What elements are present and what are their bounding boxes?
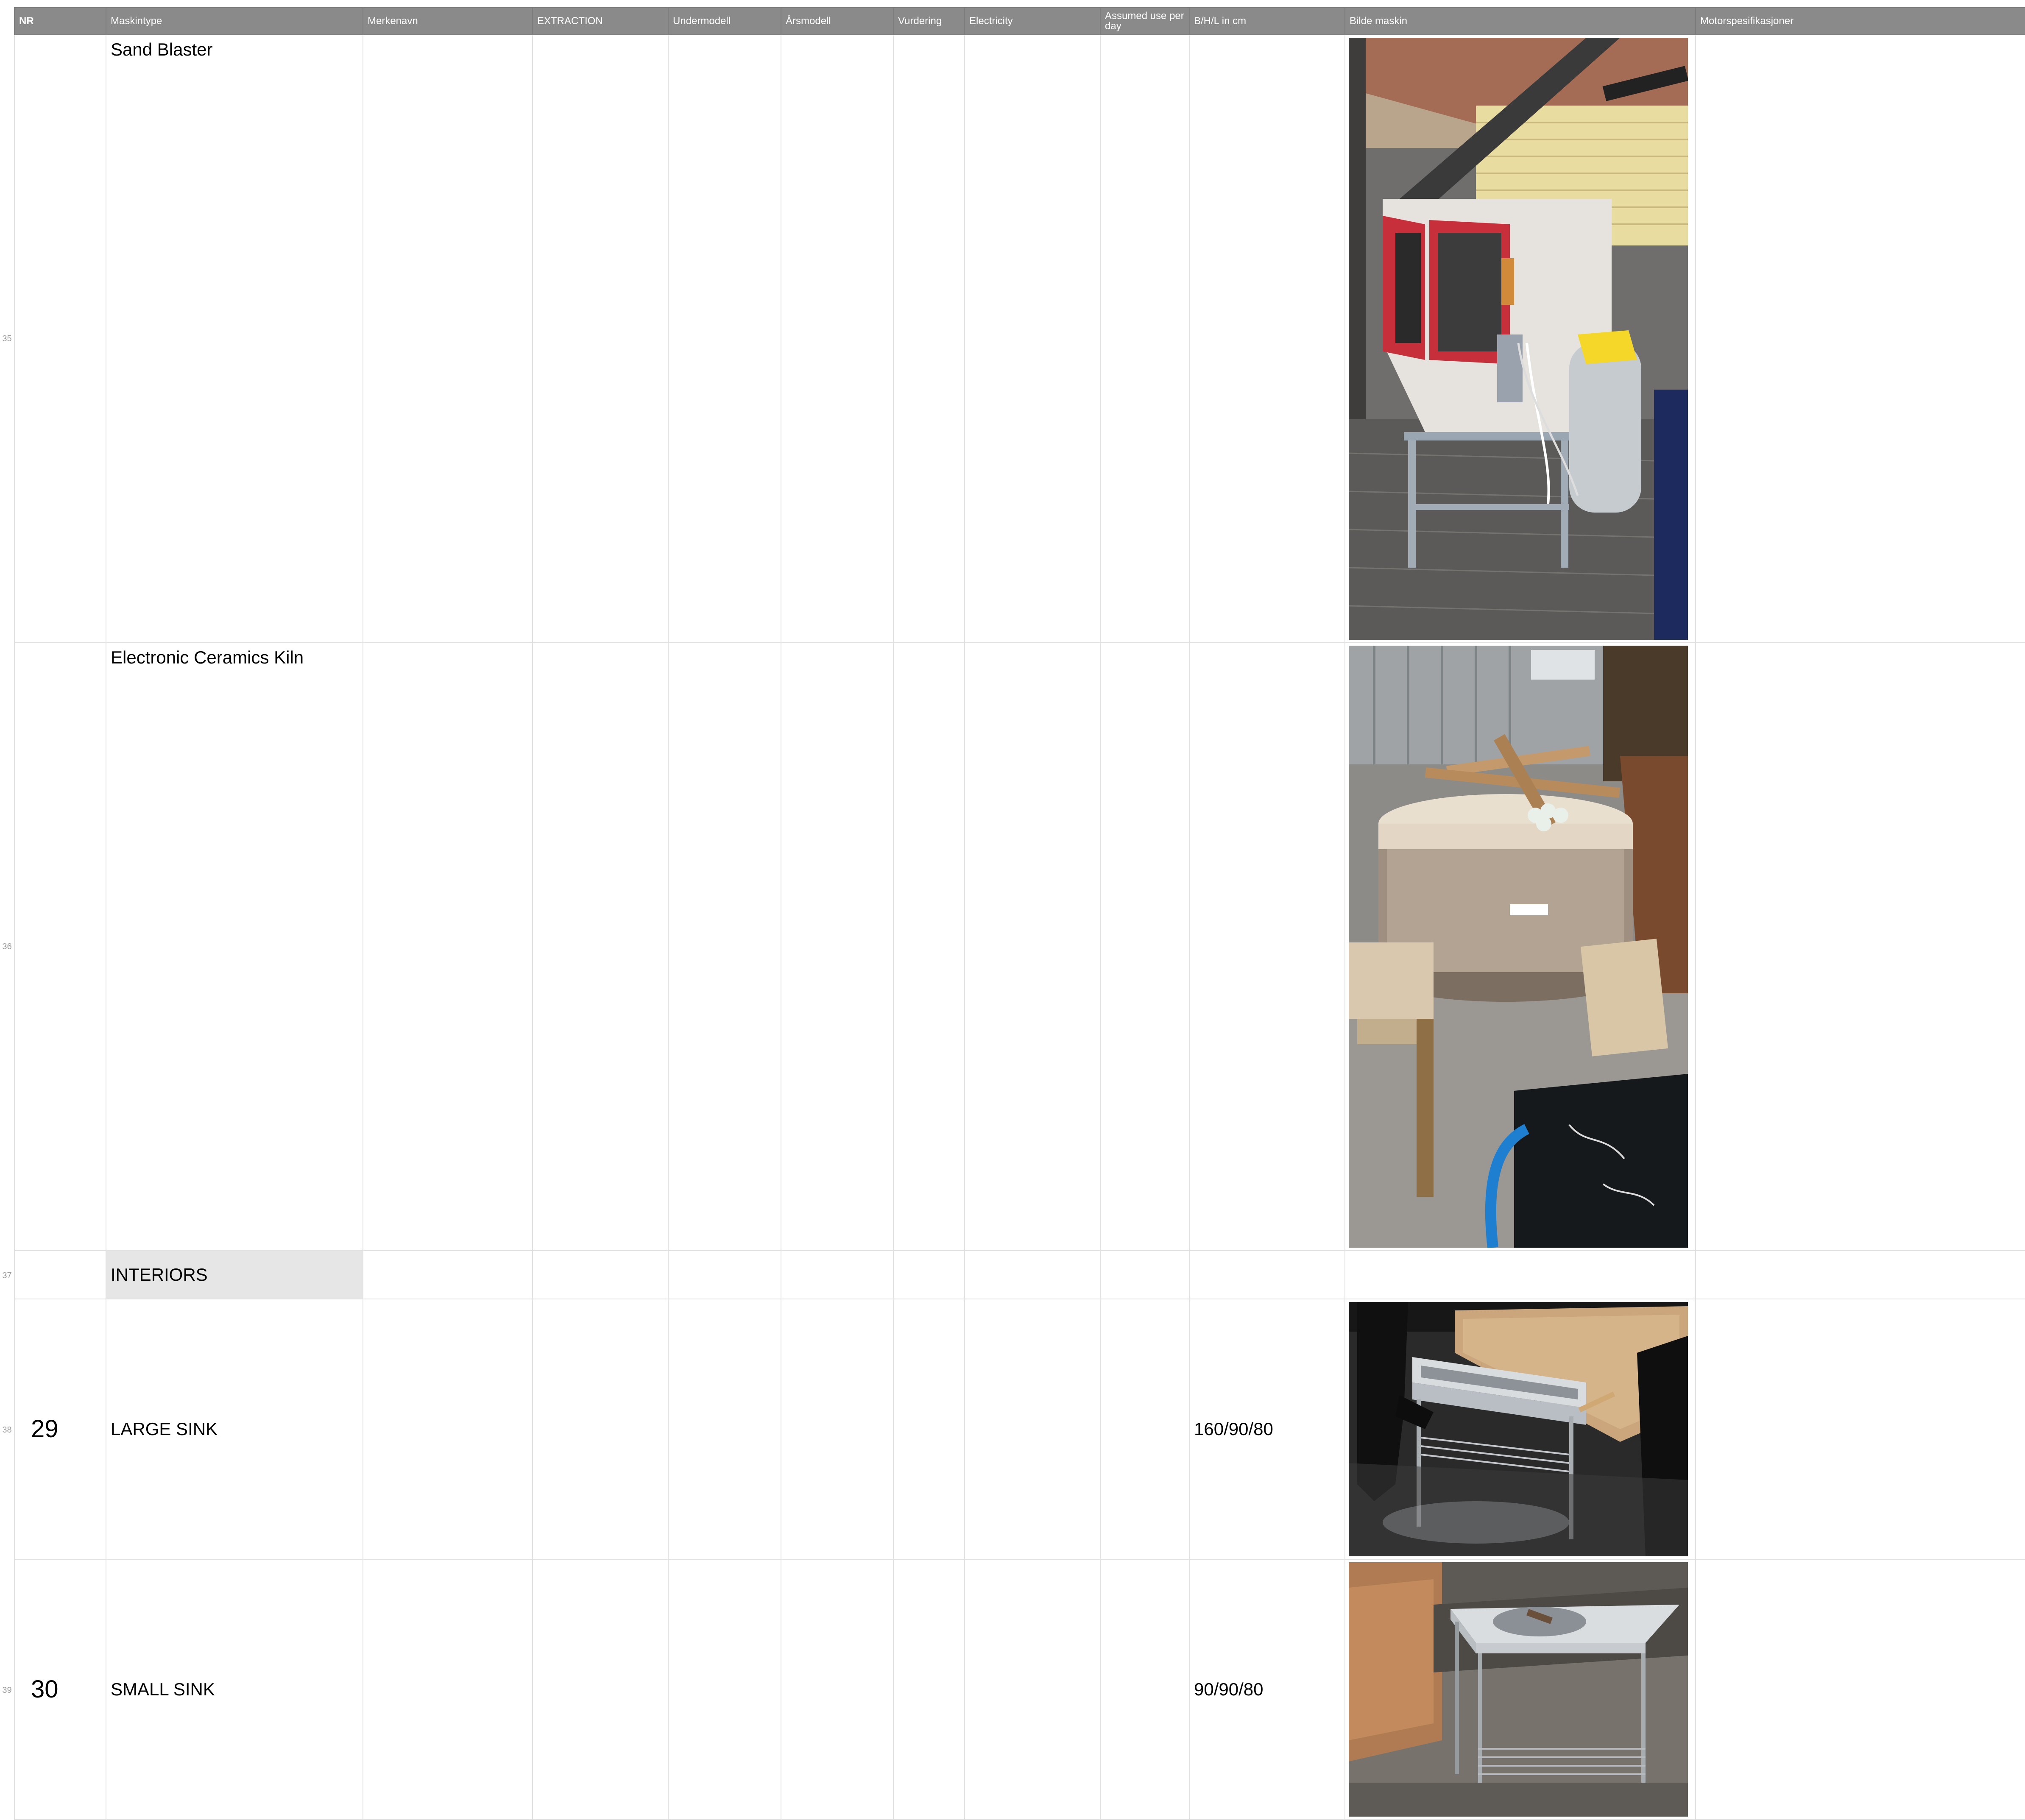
header-bhl[interactable]: B/H/L in cm bbox=[1189, 7, 1345, 35]
cell-undermodell[interactable] bbox=[668, 1559, 781, 1820]
header-assumed-use[interactable]: Assumed use per day bbox=[1100, 7, 1190, 35]
row-number[interactable]: 39 bbox=[0, 1686, 14, 1695]
spreadsheet: 35 36 37 38 39 NR Maskintype Merkenavn E… bbox=[0, 0, 2025, 1820]
cell-nr[interactable]: 30 bbox=[14, 1559, 106, 1820]
header-extraction[interactable]: EXTRACTION bbox=[532, 7, 669, 35]
cell-nr[interactable] bbox=[14, 34, 106, 643]
cell-merkenavn[interactable] bbox=[363, 642, 533, 1251]
section-row: INTERIORS bbox=[14, 1250, 2025, 1299]
cell-arsmodell[interactable] bbox=[781, 1250, 894, 1299]
cell-motorspesifikasjoner[interactable] bbox=[1695, 1299, 2025, 1560]
cell-assumed-use[interactable] bbox=[1100, 34, 1190, 643]
table-row: Sand Blaster bbox=[14, 34, 2025, 643]
cell-bilde-maskin[interactable] bbox=[1344, 34, 1696, 643]
section-title[interactable]: INTERIORS bbox=[106, 1250, 363, 1299]
table-row: Electronic Ceramics Kiln bbox=[14, 642, 2025, 1251]
cell-vurdering[interactable] bbox=[893, 34, 965, 643]
cell-electricity[interactable] bbox=[964, 1250, 1101, 1299]
cell-merkenavn[interactable] bbox=[363, 1559, 533, 1820]
cell-extraction[interactable] bbox=[532, 1250, 669, 1299]
cell-undermodell[interactable] bbox=[668, 34, 781, 643]
cell-electricity[interactable] bbox=[964, 1299, 1101, 1560]
cell-bhl[interactable]: 90/90/80 bbox=[1189, 1559, 1345, 1820]
cell-maskintype[interactable]: LARGE SINK bbox=[106, 1299, 363, 1560]
cell-bilde-maskin[interactable] bbox=[1344, 1559, 1696, 1820]
cell-nr[interactable]: 29 bbox=[14, 1299, 106, 1560]
cell-electricity[interactable] bbox=[964, 34, 1101, 643]
row-number[interactable]: 37 bbox=[0, 1271, 14, 1280]
sand-blaster-photo[interactable] bbox=[1349, 38, 1688, 640]
cell-motorspesifikasjoner[interactable] bbox=[1695, 34, 2025, 643]
cell-undermodell[interactable] bbox=[668, 1299, 781, 1560]
cell-extraction[interactable] bbox=[532, 1559, 669, 1820]
header-motorspesifikasjoner[interactable]: Motorspesifikasjoner bbox=[1695, 7, 2025, 35]
cell-assumed-use[interactable] bbox=[1100, 642, 1190, 1251]
header-maskintype[interactable]: Maskintype bbox=[106, 7, 363, 35]
cell-bilde-maskin[interactable] bbox=[1344, 642, 1696, 1251]
cell-undermodell[interactable] bbox=[668, 642, 781, 1251]
cell-merkenavn[interactable] bbox=[363, 1299, 533, 1560]
cell-undermodell[interactable] bbox=[668, 1250, 781, 1299]
cell-maskintype[interactable]: Electronic Ceramics Kiln bbox=[106, 642, 363, 1251]
small-sink-photo[interactable] bbox=[1349, 1562, 1688, 1817]
cell-bhl[interactable]: 160/90/80 bbox=[1189, 1299, 1345, 1560]
header-merkenavn[interactable]: Merkenavn bbox=[363, 7, 533, 35]
cell-bilde-maskin[interactable] bbox=[1344, 1250, 1696, 1299]
cell-arsmodell[interactable] bbox=[781, 642, 894, 1251]
cell-electricity[interactable] bbox=[964, 642, 1101, 1251]
cell-bhl[interactable] bbox=[1189, 642, 1345, 1251]
cell-merkenavn[interactable] bbox=[363, 1250, 533, 1299]
table-row: 30 SMALL SINK 90/90/80 bbox=[14, 1559, 2025, 1820]
cell-bilde-maskin[interactable] bbox=[1344, 1299, 1696, 1560]
cell-extraction[interactable] bbox=[532, 1299, 669, 1560]
header-bilde-maskin[interactable]: Bilde maskin bbox=[1344, 7, 1696, 35]
cell-bhl[interactable] bbox=[1189, 34, 1345, 643]
cell-motorspesifikasjoner[interactable] bbox=[1695, 642, 2025, 1251]
cell-motorspesifikasjoner[interactable] bbox=[1695, 1250, 2025, 1299]
cell-merkenavn[interactable] bbox=[363, 34, 533, 643]
header-arsmodell[interactable]: Årsmodell bbox=[781, 7, 894, 35]
cell-electricity[interactable] bbox=[964, 1559, 1101, 1820]
cell-extraction[interactable] bbox=[532, 34, 669, 643]
cell-bhl[interactable] bbox=[1189, 1250, 1345, 1299]
cell-vurdering[interactable] bbox=[893, 1250, 965, 1299]
header-vurdering[interactable]: Vurdering bbox=[893, 7, 965, 35]
cell-assumed-use[interactable] bbox=[1100, 1250, 1190, 1299]
cell-nr[interactable] bbox=[14, 642, 106, 1251]
row-number[interactable]: 36 bbox=[0, 942, 14, 951]
row-number[interactable]: 38 bbox=[0, 1425, 14, 1435]
cell-arsmodell[interactable] bbox=[781, 1559, 894, 1820]
cell-arsmodell[interactable] bbox=[781, 1299, 894, 1560]
cell-vurdering[interactable] bbox=[893, 642, 965, 1251]
header-nr[interactable]: NR bbox=[14, 7, 106, 35]
cell-assumed-use[interactable] bbox=[1100, 1559, 1190, 1820]
large-sink-photo[interactable] bbox=[1349, 1302, 1688, 1556]
row-number[interactable]: 35 bbox=[0, 334, 14, 343]
row-number-gutter: 35 36 37 38 39 bbox=[0, 0, 14, 1816]
cell-extraction[interactable] bbox=[532, 642, 669, 1251]
cell-nr[interactable] bbox=[14, 1250, 106, 1299]
table-row: 29 LARGE SINK 160/90/80 bbox=[14, 1299, 2025, 1560]
cell-motorspesifikasjoner[interactable] bbox=[1695, 1559, 2025, 1820]
cell-maskintype[interactable]: Sand Blaster bbox=[106, 34, 363, 643]
cell-assumed-use[interactable] bbox=[1100, 1299, 1190, 1560]
ceramics-kiln-photo[interactable] bbox=[1349, 646, 1688, 1248]
header-undermodell[interactable]: Undermodell bbox=[668, 7, 781, 35]
cell-vurdering[interactable] bbox=[893, 1299, 965, 1560]
machine-table: NR Maskintype Merkenavn EXTRACTION Under… bbox=[14, 7, 2025, 1820]
cell-arsmodell[interactable] bbox=[781, 34, 894, 643]
header-electricity[interactable]: Electricity bbox=[964, 7, 1101, 35]
cell-maskintype[interactable]: SMALL SINK bbox=[106, 1559, 363, 1820]
cell-vurdering[interactable] bbox=[893, 1559, 965, 1820]
header-row: NR Maskintype Merkenavn EXTRACTION Under… bbox=[14, 7, 2025, 35]
